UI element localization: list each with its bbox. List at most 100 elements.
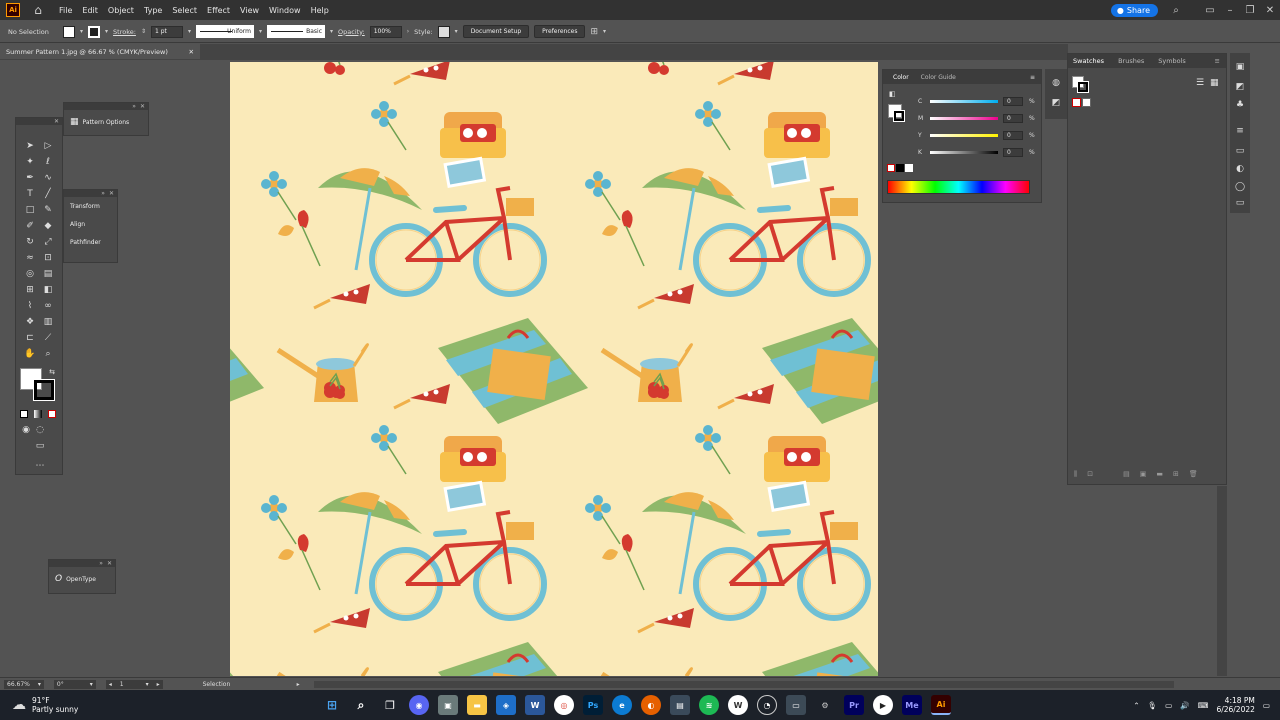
cp-white-swatch[interactable]: [905, 164, 913, 172]
thumbnail-view-icon[interactable]: ▦: [1210, 78, 1219, 88]
menu-effect[interactable]: Effect: [202, 6, 235, 15]
comments-icon[interactable]: ▭: [1234, 197, 1246, 209]
home-icon[interactable]: ⌂: [28, 0, 48, 20]
artboard-dropdown-icon[interactable]: ▾: [146, 681, 149, 688]
hand-tool-icon[interactable]: ✋: [24, 348, 36, 360]
edge-icon[interactable]: e: [612, 695, 632, 715]
opentype-item[interactable]: O OpenType: [49, 567, 115, 591]
windows-start-icon[interactable]: ⊞: [322, 695, 342, 715]
type-tool-icon[interactable]: T: [24, 188, 36, 200]
panel-menu-icon[interactable]: ≡: [1215, 57, 1220, 65]
curvature-tool-icon[interactable]: ∿: [42, 172, 54, 184]
slice-tool-icon[interactable]: ⟋: [42, 332, 54, 344]
slider-track[interactable]: [930, 150, 998, 154]
properties-icon[interactable]: ▣: [1234, 61, 1246, 73]
fill-dropdown-icon[interactable]: ▾: [80, 28, 83, 35]
new-swatch-icon[interactable]: ⊞: [1173, 470, 1179, 479]
tab-color[interactable]: Color: [893, 74, 909, 81]
cp-black-swatch[interactable]: [896, 164, 904, 172]
artboard-canvas[interactable]: [230, 62, 878, 676]
width-tool-icon[interactable]: ≈: [24, 252, 36, 264]
panel-menu-icon[interactable]: ≡: [1030, 74, 1035, 81]
symbol-sprayer-tool-icon[interactable]: ❖: [24, 316, 36, 328]
magic-wand-tool-icon[interactable]: ✦: [24, 156, 36, 168]
menu-view[interactable]: View: [235, 6, 264, 15]
volume-icon[interactable]: 🔊: [1180, 701, 1189, 710]
graphic-style-swatch[interactable]: [437, 25, 450, 38]
arrange-dropdown-icon[interactable]: ▾: [603, 28, 606, 35]
rotation-field[interactable]: 0° ▾: [53, 679, 96, 689]
stroke-stepper-icon[interactable]: ⇕: [141, 28, 146, 35]
pen-tool-icon[interactable]: ✒: [24, 172, 36, 184]
stroke-color-box[interactable]: [33, 379, 55, 401]
eyedropper-tool-icon[interactable]: ⌇: [24, 300, 36, 312]
illustrator-taskbar-icon[interactable]: Ai: [931, 695, 951, 715]
preferences-button[interactable]: Preferences: [534, 25, 586, 38]
close-tab-icon[interactable]: ✕: [189, 48, 194, 56]
media-player-icon[interactable]: ▶: [873, 695, 893, 715]
stroke-panel-icon[interactable]: ▭: [1234, 145, 1246, 157]
brush-dropdown-icon[interactable]: ▾: [330, 28, 333, 35]
cp-none-swatch[interactable]: [887, 164, 895, 172]
align-panel-icon[interactable]: ≡: [1234, 125, 1246, 137]
swatch-none[interactable]: [1072, 98, 1081, 107]
display-icon[interactable]: ▭: [1165, 701, 1172, 710]
spotify-icon[interactable]: ≋: [699, 695, 719, 715]
share-button[interactable]: ● Share: [1110, 3, 1158, 17]
menu-select[interactable]: Select: [167, 6, 202, 15]
opacity-arrow-icon[interactable]: ›: [407, 28, 409, 35]
pattern-options-item[interactable]: ▦ Pattern Options: [64, 110, 148, 134]
firefox-icon[interactable]: ◐: [641, 695, 661, 715]
artboard-tool-icon[interactable]: ⊏: [24, 332, 36, 344]
panel-close-icon[interactable]: ✕: [54, 118, 59, 125]
stroke-weight-dropdown-icon[interactable]: ▾: [188, 28, 191, 35]
direct-selection-tool-icon[interactable]: ▷: [42, 140, 54, 152]
arrange-icon[interactable]: ⊞: [590, 27, 598, 37]
panel-close-icon[interactable]: ✕: [107, 560, 112, 567]
media-encoder-icon[interactable]: Me: [902, 695, 922, 715]
selection-tool-icon[interactable]: ➤: [24, 140, 36, 152]
scale-tool-icon[interactable]: ⤢: [42, 236, 54, 248]
shaper-tool-icon[interactable]: ✐: [24, 220, 36, 232]
tab-swatches[interactable]: Swatches: [1073, 57, 1104, 65]
slider-track[interactable]: [930, 99, 998, 103]
arrange-documents-icon[interactable]: ▭: [1200, 5, 1220, 16]
zoom-field[interactable]: 66.67% ▾: [4, 679, 44, 689]
tab-color-guide[interactable]: Color Guide: [921, 74, 956, 81]
rotate-tool-icon[interactable]: ↻: [24, 236, 36, 248]
add-swatch-icon[interactable]: ⊡: [1087, 470, 1093, 479]
minimize-icon[interactable]: –: [1220, 5, 1240, 16]
document-setup-button[interactable]: Document Setup: [462, 25, 530, 38]
lasso-tool-icon[interactable]: ℓ: [42, 156, 54, 168]
scanner-icon[interactable]: ▤: [670, 695, 690, 715]
opacity-input[interactable]: 100%: [369, 25, 402, 38]
artboard-field[interactable]: ◂ 1 ▾ ▸: [105, 679, 163, 689]
clock-icon[interactable]: ◔: [757, 695, 777, 715]
layers-icon[interactable]: ◩: [1050, 97, 1062, 109]
appearance-icon[interactable]: ◍: [1050, 77, 1062, 89]
discord-icon[interactable]: ◉: [409, 695, 429, 715]
language-icon[interactable]: ⌨: [1198, 701, 1209, 710]
store-icon[interactable]: ◈: [496, 695, 516, 715]
microphone-icon[interactable]: 🎙: [1148, 701, 1158, 710]
swap-fill-stroke-icon[interactable]: ⇆: [46, 366, 58, 378]
color-mode-icon[interactable]: [20, 410, 28, 418]
rectangle-tool-icon[interactable]: □: [24, 204, 36, 216]
tray-chevron-icon[interactable]: ⌃: [1133, 701, 1139, 710]
brush-definition[interactable]: Basic: [267, 25, 325, 38]
chrome-icon[interactable]: ◎: [554, 695, 574, 715]
fill-swatch[interactable]: [63, 25, 75, 38]
collapse-icon[interactable]: »: [99, 560, 103, 567]
slider-value-input[interactable]: 0: [1003, 130, 1023, 140]
word-icon[interactable]: W: [525, 695, 545, 715]
slider-value-input[interactable]: 0: [1003, 113, 1023, 123]
swatch-options-icon[interactable]: ▣: [1140, 470, 1147, 479]
line-tool-icon[interactable]: ╱: [42, 188, 54, 200]
weather-widget[interactable]: ☁ 91°F Partly sunny: [0, 696, 300, 714]
paintbrush-tool-icon[interactable]: ✎: [42, 204, 54, 216]
slider-value-input[interactable]: 0: [1003, 96, 1023, 106]
stroke-dropdown-icon[interactable]: ▾: [105, 28, 108, 35]
gradient-tool-icon[interactable]: ◧: [42, 284, 54, 296]
pathfinder-item[interactable]: Pathfinder: [64, 233, 117, 251]
eraser-tool-icon[interactable]: ◆: [42, 220, 54, 232]
